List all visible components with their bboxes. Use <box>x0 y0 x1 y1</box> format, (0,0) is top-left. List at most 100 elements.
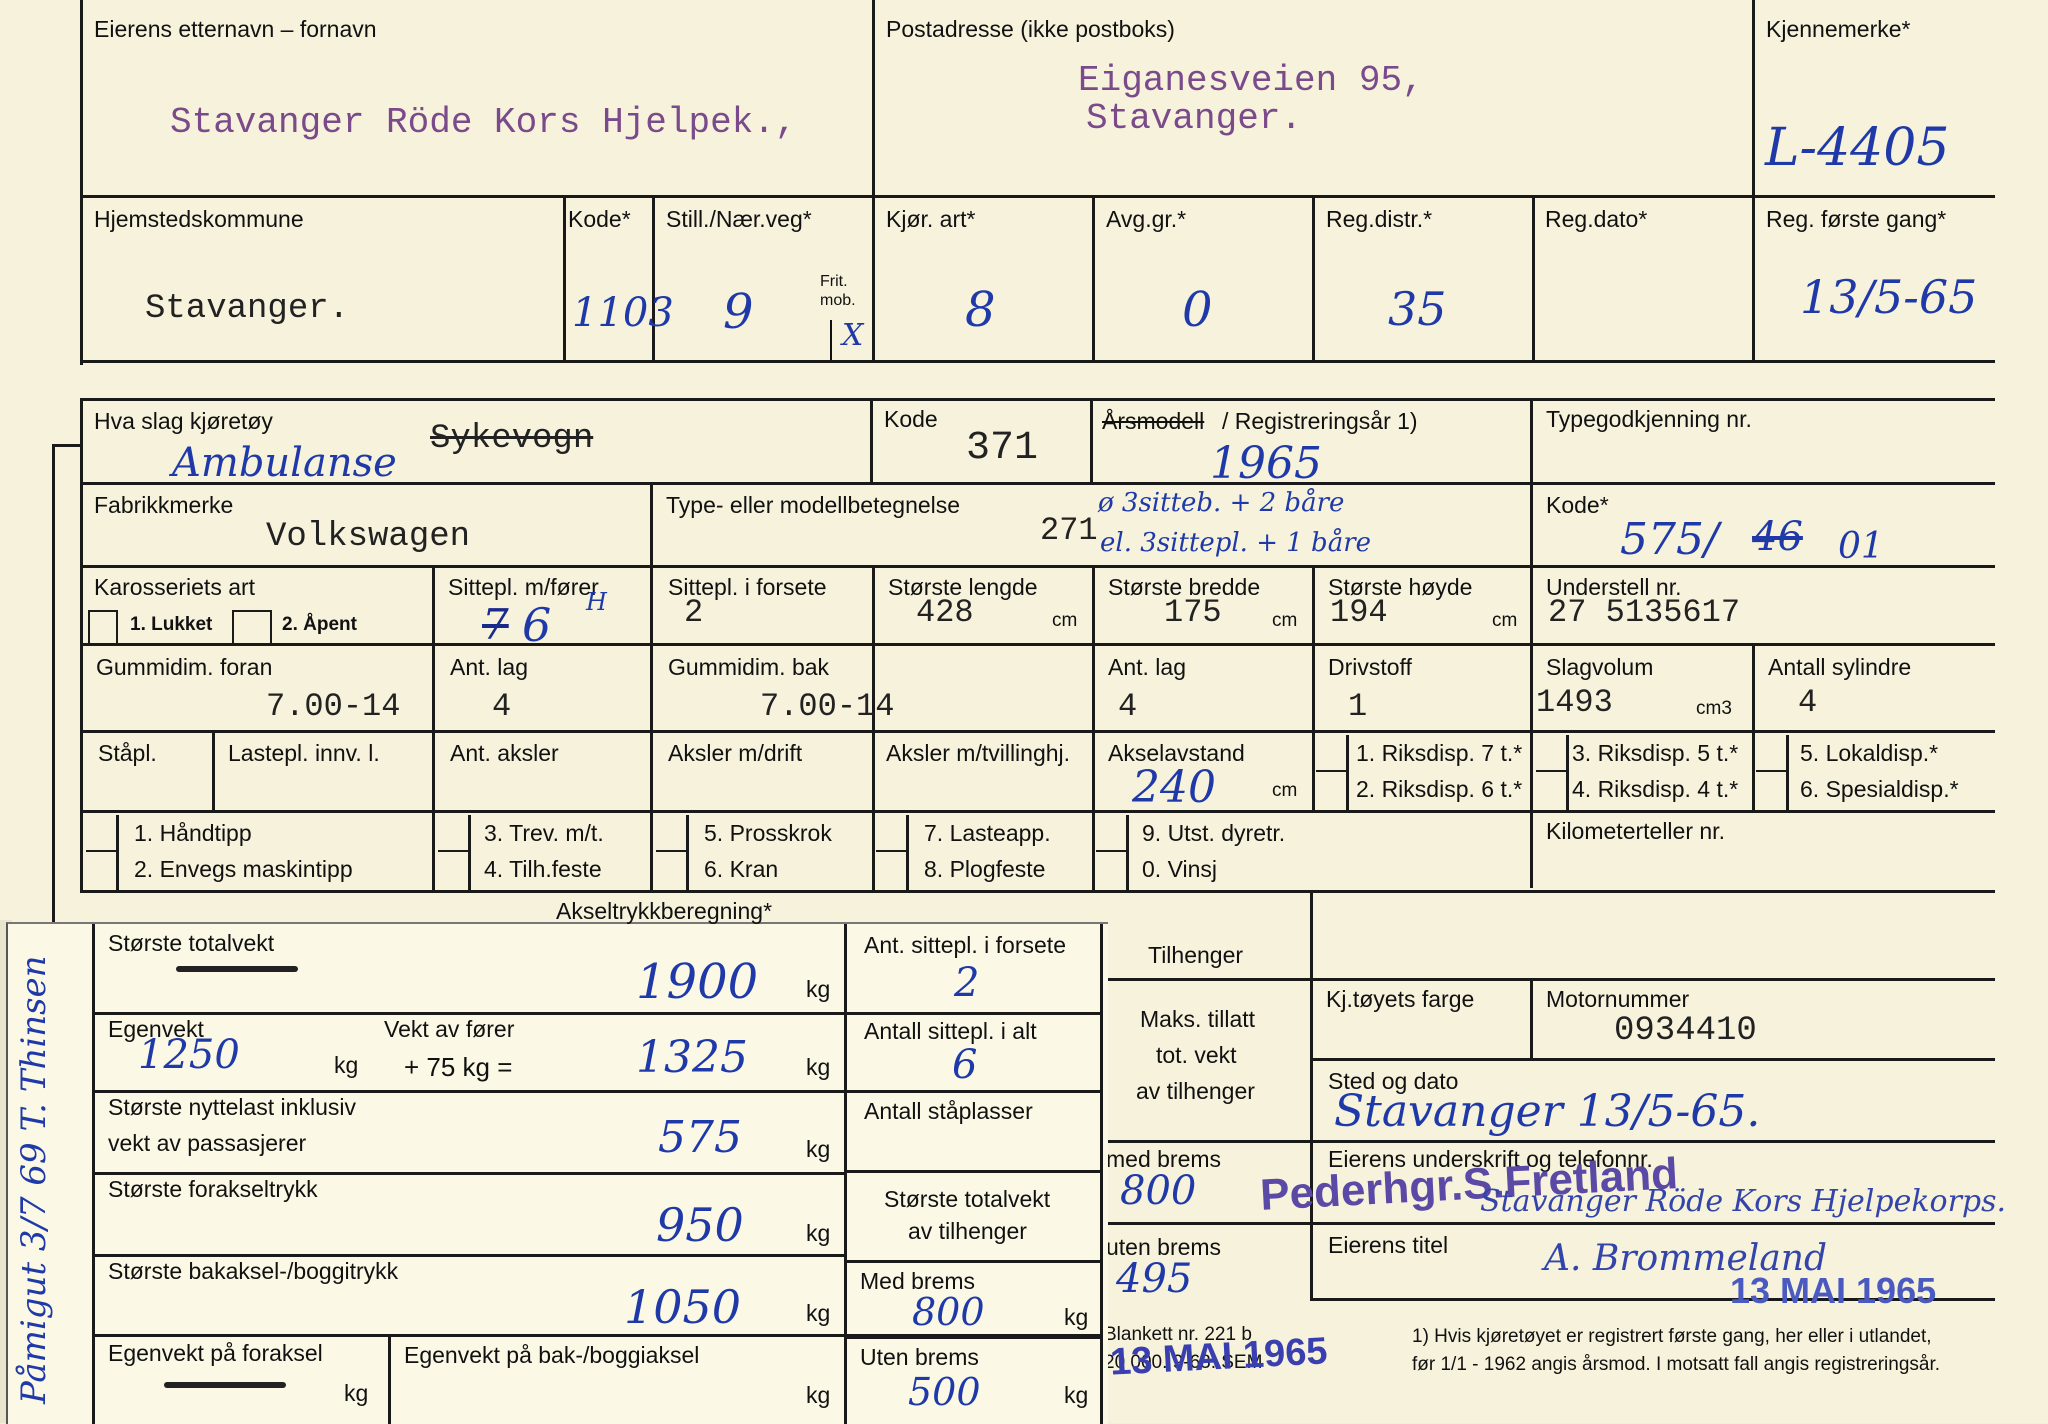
nyttelast-unit: kg <box>806 1136 831 1162</box>
divider <box>872 195 875 360</box>
lengde-unit: cm <box>1052 610 1078 631</box>
km-label: Kilometerteller nr. <box>1546 818 1725 844</box>
staplasser-label: Antall ståplasser <box>864 1098 1033 1124</box>
opt-tick[interactable] <box>876 850 906 852</box>
o5: 5. Prosskrok <box>704 820 832 846</box>
slag-struck: Sykevogn <box>430 420 594 458</box>
fold-line <box>52 444 82 447</box>
lokal5: 5. Lokaldisp.* <box>1800 740 1939 766</box>
apent-checkbox[interactable] <box>232 610 272 644</box>
egen-foraksel-label: Egenvekt på foraksel <box>108 1340 323 1366</box>
divider <box>92 1254 844 1257</box>
lukket-checkbox[interactable] <box>88 610 118 644</box>
home-value: Stavanger. <box>145 290 350 328</box>
egen-bakaksel-label: Egenvekt på bak-/boggiaksel <box>404 1342 700 1368</box>
type-value: 271 <box>1040 512 1098 549</box>
sittealt-label: Antall sittepl. i alt <box>864 1018 1037 1044</box>
regforste-value: 13/5-65 <box>1800 270 1978 324</box>
divider <box>1310 1140 1995 1143</box>
maks2: tot. vekt <box>1156 1042 1237 1068</box>
o4: 4. Tilh.feste <box>484 856 602 882</box>
karosseri-label: Karosseriets art <box>94 574 256 600</box>
aksler-drift-label: Aksler m/drift <box>668 740 803 766</box>
lengde-value: 428 <box>916 594 974 631</box>
divider <box>844 1336 1100 1339</box>
divider <box>80 565 1995 568</box>
opt-tick[interactable] <box>1096 850 1126 852</box>
egen-foraksel-unit: kg <box>344 1380 369 1406</box>
frit-mark: X <box>842 318 864 353</box>
riks1: 1. Riksdisp. 7 t.* <box>1356 740 1523 766</box>
sig-line: Stavanger Röde Kors Hjelpekorps. <box>1480 1184 2007 1219</box>
divider <box>1126 815 1129 890</box>
divider <box>870 398 873 482</box>
divider <box>80 810 1995 813</box>
understell-value: 27 5135617 <box>1548 594 1741 631</box>
divider <box>1752 643 1755 810</box>
motor-label: Motornummer <box>1546 986 1690 1012</box>
foraksel-value: 950 <box>656 1198 744 1252</box>
riks-tick3[interactable] <box>1756 770 1786 772</box>
bakaksel-unit: kg <box>806 1300 831 1326</box>
ol-sitteforsete-label: Ant. sittepl. i forsete <box>864 932 1066 958</box>
antlag1-label: Ant. lag <box>450 654 528 680</box>
forer-expr: + 75 kg = <box>404 1052 513 1082</box>
nyttelast-value: 575 <box>658 1112 742 1163</box>
o7: 7. Lasteapp. <box>924 820 1051 846</box>
sitteforsete-value: 2 <box>684 594 704 631</box>
divider <box>1310 890 1313 1298</box>
bredde-value: 175 <box>1164 594 1222 631</box>
akselavstand-value: 240 <box>1132 762 1216 813</box>
vkode-value: 371 <box>966 426 1039 471</box>
totalvekt-value: 1900 <box>636 954 759 1010</box>
frit-checkbox[interactable]: X <box>830 318 870 360</box>
tittel-label: Eierens titel <box>1328 1232 1449 1258</box>
divider <box>872 730 875 890</box>
aksler-tvill-label: Aksler m/tvillinghj. <box>886 740 1071 766</box>
divider <box>1310 1222 1995 1225</box>
tilh-total-label1: Største totalvekt <box>884 1186 1051 1212</box>
foraksel-label: Største forakseltrykk <box>108 1176 318 1202</box>
divider <box>844 1170 1100 1173</box>
o8: 8. Plogfeste <box>924 856 1046 882</box>
divider <box>1566 735 1569 810</box>
divider <box>1102 978 1312 981</box>
spes6: 6. Spesialdisp.* <box>1800 776 1959 802</box>
drivstoff-label: Drivstoff <box>1328 654 1412 680</box>
hoyde-value: 194 <box>1330 594 1388 631</box>
medbrems-unit: kg <box>1064 1304 1089 1330</box>
bredde-unit: cm <box>1272 610 1298 631</box>
regaar-value: 1965 <box>1210 438 1322 489</box>
owner-label: Eierens etternavn – fornavn <box>94 16 377 42</box>
footnote2: før 1/1 - 1962 angis årsmod. I motsatt f… <box>1412 1354 1941 1375</box>
divider <box>80 890 1995 893</box>
sum-value: 1325 <box>636 1032 748 1083</box>
opt-tick[interactable] <box>438 850 468 852</box>
side-note: Påmigut 3/7 69 T. Thinsen <box>14 955 54 1404</box>
opt-tick[interactable] <box>86 850 116 852</box>
egen-foraksel-bar <box>164 1382 286 1388</box>
stapl-label: Ståpl. <box>98 740 157 766</box>
address-line2: Stavanger. <box>1086 98 1303 139</box>
divider <box>468 815 471 890</box>
regaar-label: / Registreringsår 1) <box>1222 408 1418 434</box>
slagvolum-label: Slagvolum <box>1546 654 1654 680</box>
totalvekt-label: Største totalvekt <box>108 930 275 956</box>
kode-value: 1103 <box>572 290 674 336</box>
divider <box>80 643 1995 646</box>
opt-tick[interactable] <box>656 850 686 852</box>
divider <box>1310 978 1995 981</box>
riks-tick2[interactable] <box>1536 770 1566 772</box>
fabrikk-value: Volkswagen <box>266 518 471 556</box>
kjor-label: Kjør. art* <box>886 206 976 232</box>
kode-label: Kode* <box>568 206 631 232</box>
divider <box>872 0 875 195</box>
divider <box>92 1090 844 1093</box>
kode2-suffix: 01 <box>1838 526 1884 567</box>
divider <box>1530 398 1533 888</box>
riks-tick[interactable] <box>1316 770 1346 772</box>
avg-value: 0 <box>1182 282 1213 338</box>
divider <box>1532 195 1535 360</box>
akseltrykk-label: Akseltrykkberegning* <box>556 898 773 924</box>
utenbrems-value: 500 <box>908 1370 981 1414</box>
